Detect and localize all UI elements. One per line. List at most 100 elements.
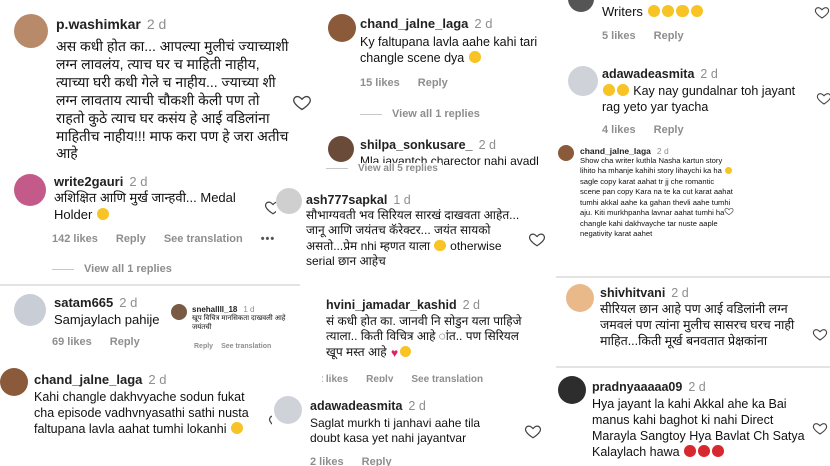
username[interactable]: satam665 2 d [54, 295, 137, 310]
comment-text: खूप विचित्र मानसिकता दाखवली आहे जयंतची [192, 315, 286, 331]
avatar[interactable] [171, 304, 187, 320]
avatar[interactable] [14, 294, 46, 326]
avatar[interactable] [568, 66, 598, 96]
see-translation-link[interactable]: See translation [221, 343, 271, 350]
reply-button[interactable]: Reply [110, 336, 140, 348]
reply-button[interactable]: Reply [362, 456, 392, 466]
avatar[interactable] [568, 0, 594, 12]
emoji-icon [684, 445, 696, 458]
see-translation-link[interactable]: See translation [164, 233, 243, 245]
comment-text: Writers [602, 4, 704, 21]
username-text[interactable]: shivhitvani [600, 286, 665, 300]
heart-icon[interactable] [816, 90, 830, 106]
username-text[interactable]: hvini_jamadar_kashid [326, 298, 457, 312]
comment-text-body: अशिक्षित आणि मुर्ख जान्हवी... Medal Hold… [54, 190, 236, 222]
emoji-icon [96, 207, 110, 220]
avatar[interactable] [558, 145, 574, 161]
avatar[interactable] [0, 368, 28, 396]
username-text[interactable]: ash777sapkal [306, 193, 387, 207]
avatar[interactable] [328, 14, 356, 42]
likes-count[interactable]: 5 likes [602, 30, 636, 42]
avatar[interactable] [14, 14, 48, 48]
comment-meta: 4 likes Reply [602, 124, 702, 136]
heart-icon[interactable] [724, 206, 734, 216]
avatar[interactable] [276, 188, 302, 214]
username-text[interactable]: chand_jalne_laga [580, 146, 651, 156]
reply-button[interactable]: Reply [366, 374, 393, 382]
username[interactable]: hvini_jamadar_kashid 2 d [326, 298, 480, 312]
emoji-icon [603, 84, 615, 97]
see-translation-link[interactable]: See translation [411, 374, 483, 382]
reply-button[interactable]: Reply [116, 233, 146, 245]
username-text[interactable]: chand_jalne_laga [34, 372, 142, 387]
likes-count[interactable]: 12 likes [322, 374, 348, 382]
comment-text-body: Ky faltupana lavla aahe kahi tari changl… [360, 35, 538, 65]
emoji-icon [616, 84, 629, 97]
heart-icon[interactable] [812, 326, 828, 342]
reply-button[interactable]: Reply [194, 343, 213, 350]
reply-button[interactable]: Reply [654, 30, 684, 42]
username[interactable]: write2gauri 2 d [54, 174, 147, 189]
reply-button[interactable]: Reply [654, 124, 684, 136]
username[interactable]: ash777sapkal 1 d [306, 193, 411, 207]
avatar[interactable] [14, 174, 46, 206]
view-replies-link[interactable]: View all 1 replies [360, 108, 480, 120]
comment-card: satam665 2 d Samjaylach pahije 69 likes Re… [0, 288, 290, 358]
heart-icon[interactable] [528, 230, 546, 248]
heart-icon[interactable] [524, 422, 542, 440]
username[interactable]: shilpa_sonkusare_ 2 d [360, 138, 496, 152]
heart-icon[interactable] [812, 420, 828, 436]
username[interactable]: adawadeasmita 2 d [602, 67, 718, 81]
likes-count[interactable]: 4 likes [602, 124, 636, 136]
username-text[interactable]: adawadeasmita [310, 399, 402, 413]
comment-text-body: Writers [602, 4, 643, 19]
username-text[interactable]: write2gauri [54, 174, 123, 189]
avatar[interactable] [328, 136, 354, 162]
avatar[interactable] [274, 396, 302, 424]
heart-icon[interactable] [814, 4, 830, 20]
likes-count[interactable]: 15 likes [360, 77, 400, 89]
username-text[interactable]: p.washimkar [56, 16, 141, 32]
emoji-icon [400, 345, 412, 357]
username[interactable]: p.washimkar 2 d [56, 16, 166, 32]
view-replies-link[interactable]: View all 1 replies [52, 263, 172, 275]
username[interactable]: adawadeasmita 2 d [310, 399, 426, 413]
emoji-icon [468, 51, 481, 64]
comment-text-body: sagle copy karat aahat tr jj che romanti… [580, 176, 733, 239]
comment-text: Show cha writer kuthla Nasha kartun stor… [580, 156, 736, 240]
comment-meta: 5 likes Reply [602, 30, 702, 42]
more-options-icon[interactable]: ••• [261, 233, 276, 245]
username[interactable]: chand_jalne_laga 2 d [34, 372, 166, 387]
username[interactable]: pradnyaaaaa09 2 d [592, 380, 706, 394]
username-text[interactable]: satam665 [54, 295, 113, 310]
likes-count[interactable]: 142 likes [52, 233, 98, 245]
avatar[interactable] [566, 284, 594, 312]
likes-count[interactable]: 69 likes [52, 336, 92, 348]
comment-text: सौभाग्यवती भव सिरियल सारखं दाखवता आहेत..… [306, 208, 528, 269]
username[interactable]: chand_jalne_laga 2 d [360, 16, 492, 31]
username[interactable]: shivhitvani 2 d [600, 286, 689, 300]
comment-meta: 142 likes Reply See translation ••• [52, 233, 290, 245]
comment-text: Kahi changle dakhvyache sodun fukat cha … [34, 389, 264, 437]
username[interactable]: chand_jalne_laga 2 d [580, 146, 669, 156]
emoji-icon [711, 445, 724, 458]
red-heart-icon: ♥ [390, 345, 399, 360]
username-text[interactable]: snehallll_18 [192, 305, 237, 314]
timestamp: 2 d [688, 380, 706, 394]
comment-card: shivhitvani 2 d सीरियल छान आहे पण आई वडिल… [560, 280, 830, 360]
username-text[interactable]: adawadeasmita [602, 67, 694, 81]
username[interactable]: snehallll_18 1 d [192, 305, 254, 314]
view-replies-link[interactable]: View all 5 replies [326, 163, 442, 174]
comment-card: p.washimkar 2 d अस कधी होत का... आपल्या म… [0, 0, 318, 168]
username-text[interactable]: chand_jalne_laga [360, 16, 468, 31]
heart-icon[interactable] [292, 92, 312, 112]
username-text[interactable]: shilpa_sonkusare_ [360, 138, 473, 152]
reply-button[interactable]: Reply [418, 77, 448, 89]
comment-card: chand_jalne_laga 2 d Show cha writer kuth… [556, 142, 738, 270]
comment-text-body: Show cha writer kuthla Nasha kartun stor… [580, 156, 723, 176]
emoji-icon [676, 4, 689, 18]
avatar[interactable] [558, 376, 586, 404]
timestamp: 2 d [148, 372, 167, 387]
username-text[interactable]: pradnyaaaaa09 [592, 380, 682, 394]
likes-count[interactable]: 2 likes [310, 456, 344, 466]
